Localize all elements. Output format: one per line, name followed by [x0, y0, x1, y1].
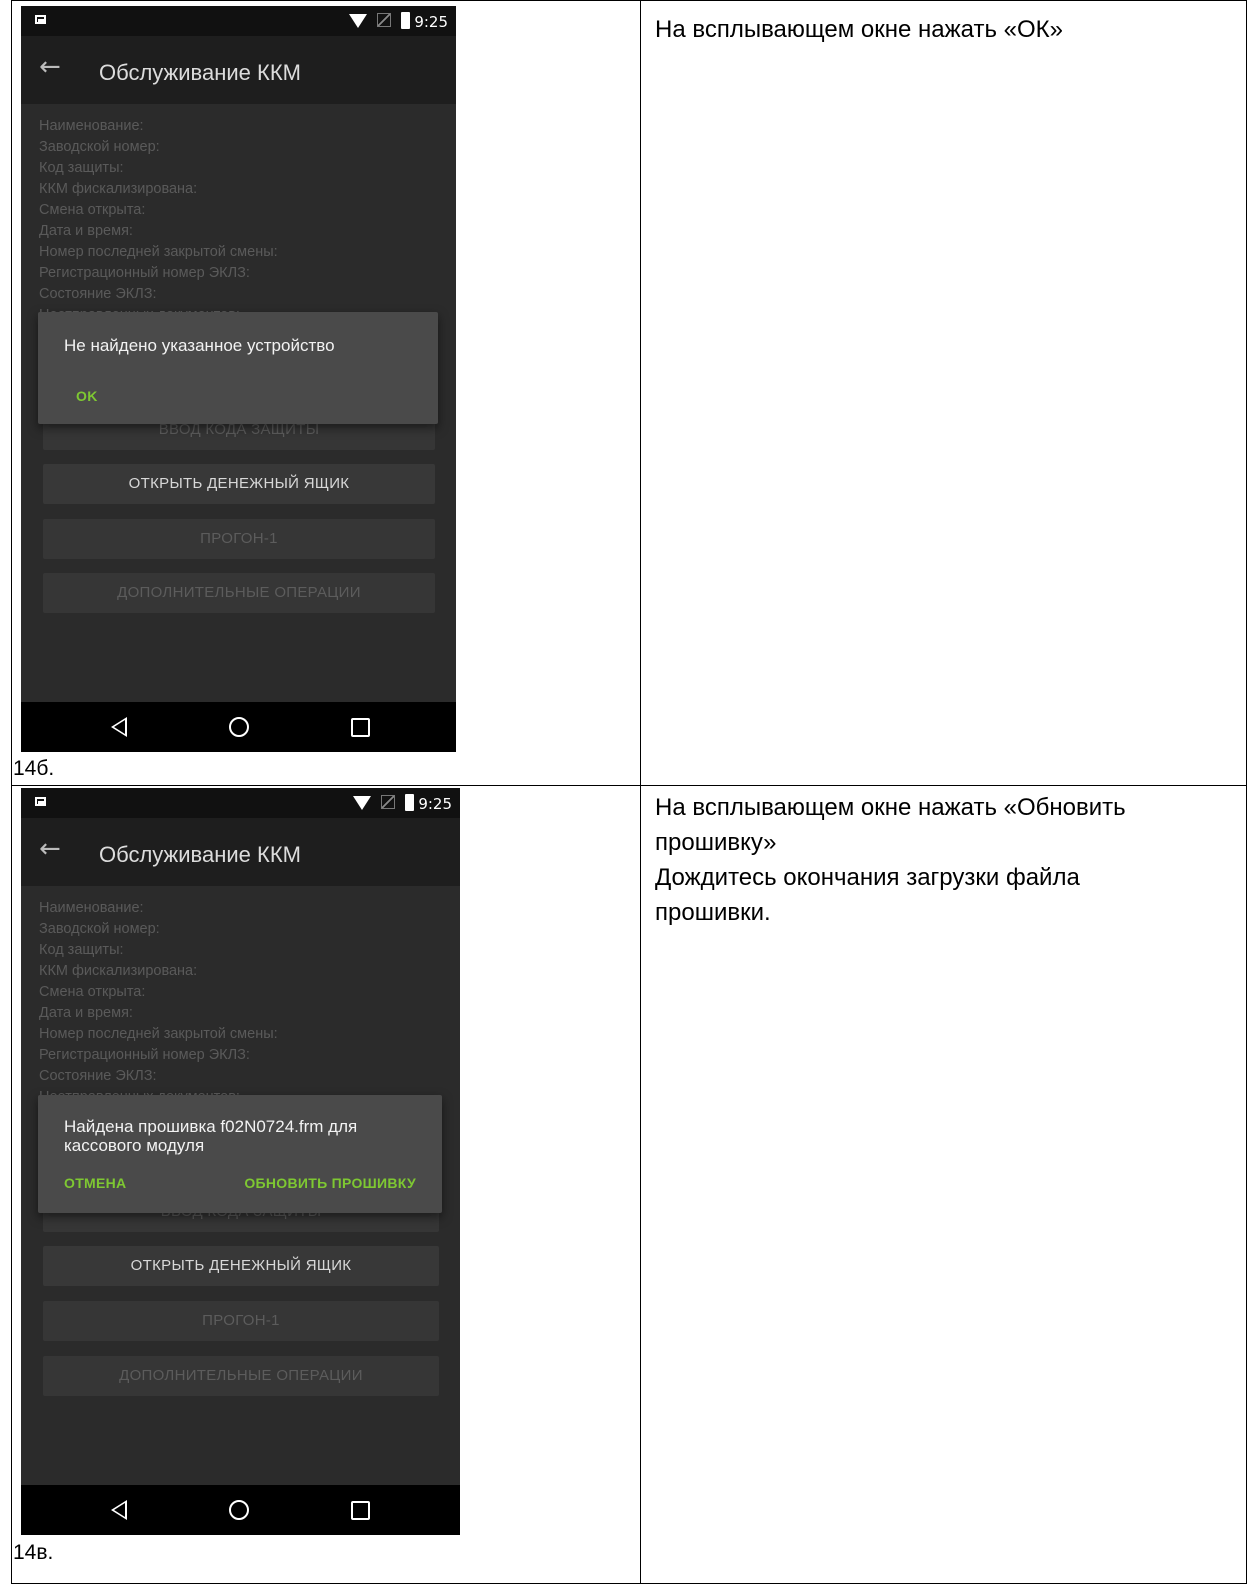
nav-home-icon[interactable]	[229, 717, 249, 737]
instruction-text-14v: На всплывающем окне нажать «Обновить про…	[655, 790, 1235, 930]
info-line: Наименование:	[39, 118, 144, 134]
instruction-line: прошивки.	[655, 899, 771, 926]
wifi-icon	[353, 796, 371, 810]
info-line: Заводской номер:	[39, 921, 160, 937]
info-line: Код защиты:	[39, 942, 124, 958]
dialog-cancel-button[interactable]: ОТМЕНА	[64, 1175, 126, 1191]
additional-operations-button[interactable]: ДОПОЛНИТЕЛЬНЫЕ ОПЕРАЦИИ	[43, 573, 435, 613]
firmware-dialog: Найдена прошивка f02N0724.frm для кассов…	[38, 1095, 442, 1213]
info-line: ККМ фискализирована:	[39, 963, 198, 979]
battery-icon	[401, 12, 410, 29]
info-line: Смена открыта:	[39, 202, 146, 218]
info-line: Смена открыта:	[39, 984, 146, 1000]
info-line: Заводской номер:	[39, 139, 160, 155]
info-line: ККМ фискализирована:	[39, 181, 198, 197]
info-line: Номер последней закрытой смены:	[39, 244, 278, 260]
info-line: Код защиты:	[39, 160, 124, 176]
error-dialog: Не найдено указанное устройство OK	[38, 312, 438, 424]
phone-screenshot-14b: 9:25 ← Обслуживание ККМ Наименование: За…	[21, 6, 456, 752]
figure-caption-14v: 14в.	[13, 1541, 54, 1564]
info-line: Дата и время:	[39, 223, 133, 239]
nav-back-icon[interactable]	[111, 1500, 127, 1520]
dialog-ok-button[interactable]: OK	[76, 388, 98, 404]
dialog-message-line: кассового модуля	[64, 1136, 205, 1155]
figure-caption-14b: 14б.	[13, 757, 55, 780]
back-arrow-icon[interactable]: ←	[39, 52, 61, 82]
instruction-line: Дождитесь окончания загрузки файла	[655, 864, 1080, 891]
instruction-text-14b: На всплывающем окне нажать «ОК»	[655, 16, 1063, 43]
page-title: Обслуживание ККМ	[99, 60, 301, 85]
status-time: 9:25	[414, 13, 448, 31]
nav-recent-apps-icon[interactable]	[351, 718, 370, 737]
info-line: Наименование:	[39, 900, 144, 916]
status-bar: 9:25	[21, 788, 460, 818]
device-info-list: Наименование: Заводской номер: Код защит…	[39, 116, 278, 326]
app-bar: ← Обслуживание ККМ	[21, 818, 460, 886]
run-1-button[interactable]: ПРОГОН-1	[43, 1301, 439, 1341]
wifi-icon	[349, 14, 367, 28]
instruction-line: прошивку»	[655, 829, 777, 856]
navigation-bar	[21, 702, 456, 752]
instruction-line: На всплывающем окне нажать «Обновить	[655, 794, 1126, 821]
image-notification-icon	[35, 15, 46, 24]
open-cash-drawer-button[interactable]: ОТКРЫТЬ ДЕНЕЖНЫЙ ЯЩИК	[43, 1246, 439, 1286]
dialog-message: Не найдено указанное устройство	[64, 336, 335, 355]
status-time: 9:25	[418, 795, 452, 813]
dialog-update-firmware-button[interactable]: ОБНОВИТЬ ПРОШИВКУ	[244, 1175, 416, 1191]
navigation-bar	[21, 1485, 460, 1535]
no-sim-icon	[377, 13, 391, 27]
info-line: Регистрационный номер ЭКЛЗ:	[39, 265, 250, 281]
info-line: Состояние ЭКЛЗ:	[39, 1068, 157, 1084]
device-info-list: Наименование: Заводской номер: Код защит…	[39, 898, 278, 1108]
open-cash-drawer-button[interactable]: ОТКРЫТЬ ДЕНЕЖНЫЙ ЯЩИК	[43, 464, 435, 504]
row-divider	[11, 785, 1247, 786]
run-1-button[interactable]: ПРОГОН-1	[43, 519, 435, 559]
battery-icon	[405, 794, 414, 811]
info-line: Дата и время:	[39, 1005, 133, 1021]
nav-back-icon[interactable]	[111, 717, 127, 737]
phone-screenshot-14v: 9:25 ← Обслуживание ККМ Наименование: За…	[21, 788, 460, 1535]
nav-recent-apps-icon[interactable]	[351, 1501, 370, 1520]
no-sim-icon	[381, 795, 395, 809]
nav-home-icon[interactable]	[229, 1500, 249, 1520]
image-notification-icon	[35, 797, 46, 806]
app-bar: ← Обслуживание ККМ	[21, 36, 456, 104]
info-line: Состояние ЭКЛЗ:	[39, 286, 157, 302]
dialog-message: Найдена прошивка f02N0724.frm для кассов…	[64, 1117, 357, 1155]
info-line: Номер последней закрытой смены:	[39, 1026, 278, 1042]
dialog-message-line: Найдена прошивка f02N0724.frm для	[64, 1117, 358, 1136]
status-bar: 9:25	[21, 6, 456, 36]
page-title: Обслуживание ККМ	[99, 842, 301, 867]
column-divider	[640, 0, 641, 1584]
back-arrow-icon[interactable]: ←	[39, 834, 61, 864]
additional-operations-button[interactable]: ДОПОЛНИТЕЛЬНЫЕ ОПЕРАЦИИ	[43, 1356, 439, 1396]
info-line: Регистрационный номер ЭКЛЗ:	[39, 1047, 250, 1063]
